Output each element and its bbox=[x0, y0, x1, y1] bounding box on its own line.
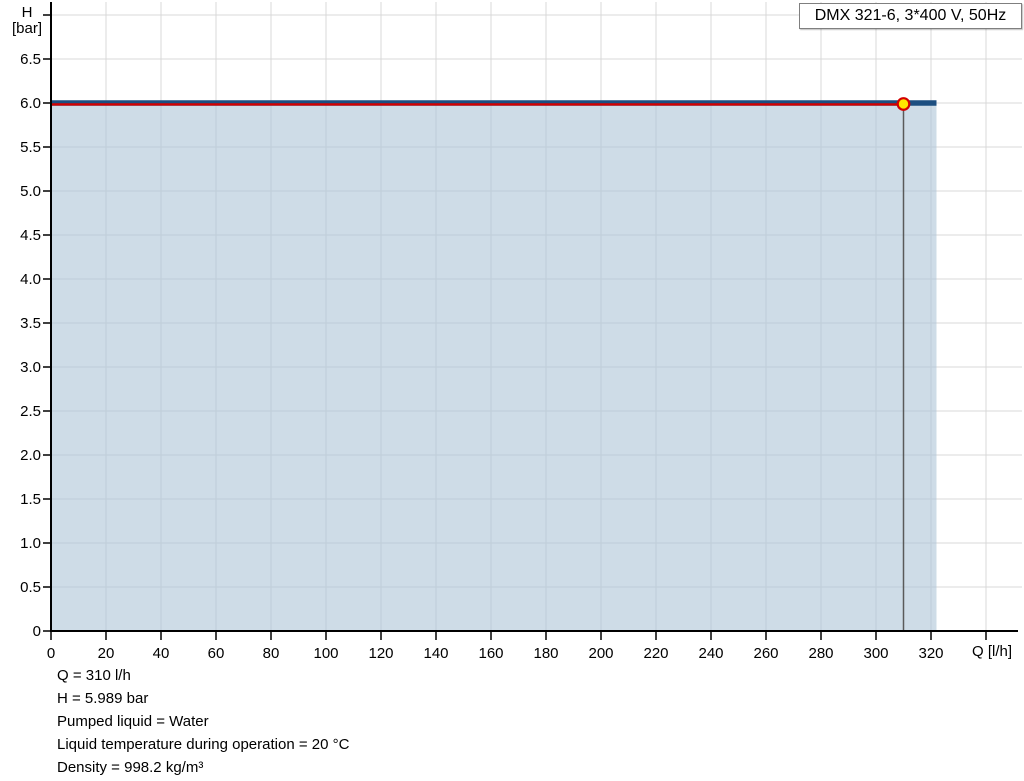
y-tick-label: 6.0 bbox=[20, 95, 41, 112]
x-tick-label: 60 bbox=[208, 645, 225, 662]
x-tick-label: 180 bbox=[533, 645, 558, 662]
pump-model-title-box: DMX 321-6, 3*400 V, 50Hz bbox=[799, 3, 1022, 29]
pump-model-label: DMX 321-6, 3*400 V, 50Hz bbox=[814, 7, 1007, 24]
y-tick-label: 5.5 bbox=[20, 139, 41, 156]
info-line-flow: Q = 310 l/h bbox=[57, 667, 131, 684]
x-tick-label: 160 bbox=[478, 645, 503, 662]
x-axis-title: Q [l/h] bbox=[972, 643, 1013, 660]
y-tick-label: 4.0 bbox=[20, 271, 41, 288]
x-tick-label: 200 bbox=[588, 645, 613, 662]
y-tick-label: 0.5 bbox=[20, 579, 41, 596]
y-tick-label: 0 bbox=[33, 623, 41, 640]
info-line-density: Density = 998.2 kg/m³ bbox=[57, 759, 204, 776]
y-axis-title-symbol: H bbox=[21, 4, 33, 21]
info-line-temperature: Liquid temperature during operation = 20… bbox=[57, 736, 350, 753]
x-tick-label: 220 bbox=[643, 645, 668, 662]
x-tick-label: 120 bbox=[368, 645, 393, 662]
operating-point-marker[interactable] bbox=[896, 97, 911, 111]
info-line-head: H = 5.989 bar bbox=[57, 690, 149, 707]
x-tick-label: 80 bbox=[263, 645, 280, 662]
series-layer bbox=[51, 97, 937, 631]
y-axis-title: H [bar] bbox=[6, 5, 48, 37]
x-tick-label: 240 bbox=[698, 645, 723, 662]
y-tick-label: 6.5 bbox=[20, 51, 41, 68]
x-tick-label: 300 bbox=[863, 645, 888, 662]
duty-point-info-block: Q = 310 l/h H = 5.989 bar Pumped liquid … bbox=[57, 664, 349, 779]
x-tick-label: 100 bbox=[313, 645, 338, 662]
y-tick-label: 2.0 bbox=[20, 447, 41, 464]
pump-curve-window: 0 20 40 60 80 100 120 140 160 180 200 220 240 260 280 3… bbox=[0, 0, 1024, 781]
x-tick-label: 20 bbox=[98, 645, 115, 662]
x-tick-label: 40 bbox=[153, 645, 170, 662]
y-tick-label: 5.0 bbox=[20, 183, 41, 200]
x-tick-label: 0 bbox=[47, 645, 55, 662]
y-tick-label: 3.0 bbox=[20, 359, 41, 376]
x-tick-label: 260 bbox=[753, 645, 778, 662]
x-tick-label: 320 bbox=[918, 645, 943, 662]
y-axis-title-unit: [bar] bbox=[11, 20, 42, 37]
y-tick-label: 2.5 bbox=[20, 403, 41, 420]
x-tick-label: 280 bbox=[808, 645, 833, 662]
info-line-liquid: Pumped liquid = Water bbox=[57, 713, 209, 730]
y-tick-label: 1.0 bbox=[20, 535, 41, 552]
y-tick-label: 4.5 bbox=[20, 227, 41, 244]
curve-fill-area bbox=[51, 103, 937, 631]
y-tick-label: 3.5 bbox=[20, 315, 41, 332]
x-tick-label: 140 bbox=[423, 645, 448, 662]
y-tick-label: 1.5 bbox=[20, 491, 41, 508]
